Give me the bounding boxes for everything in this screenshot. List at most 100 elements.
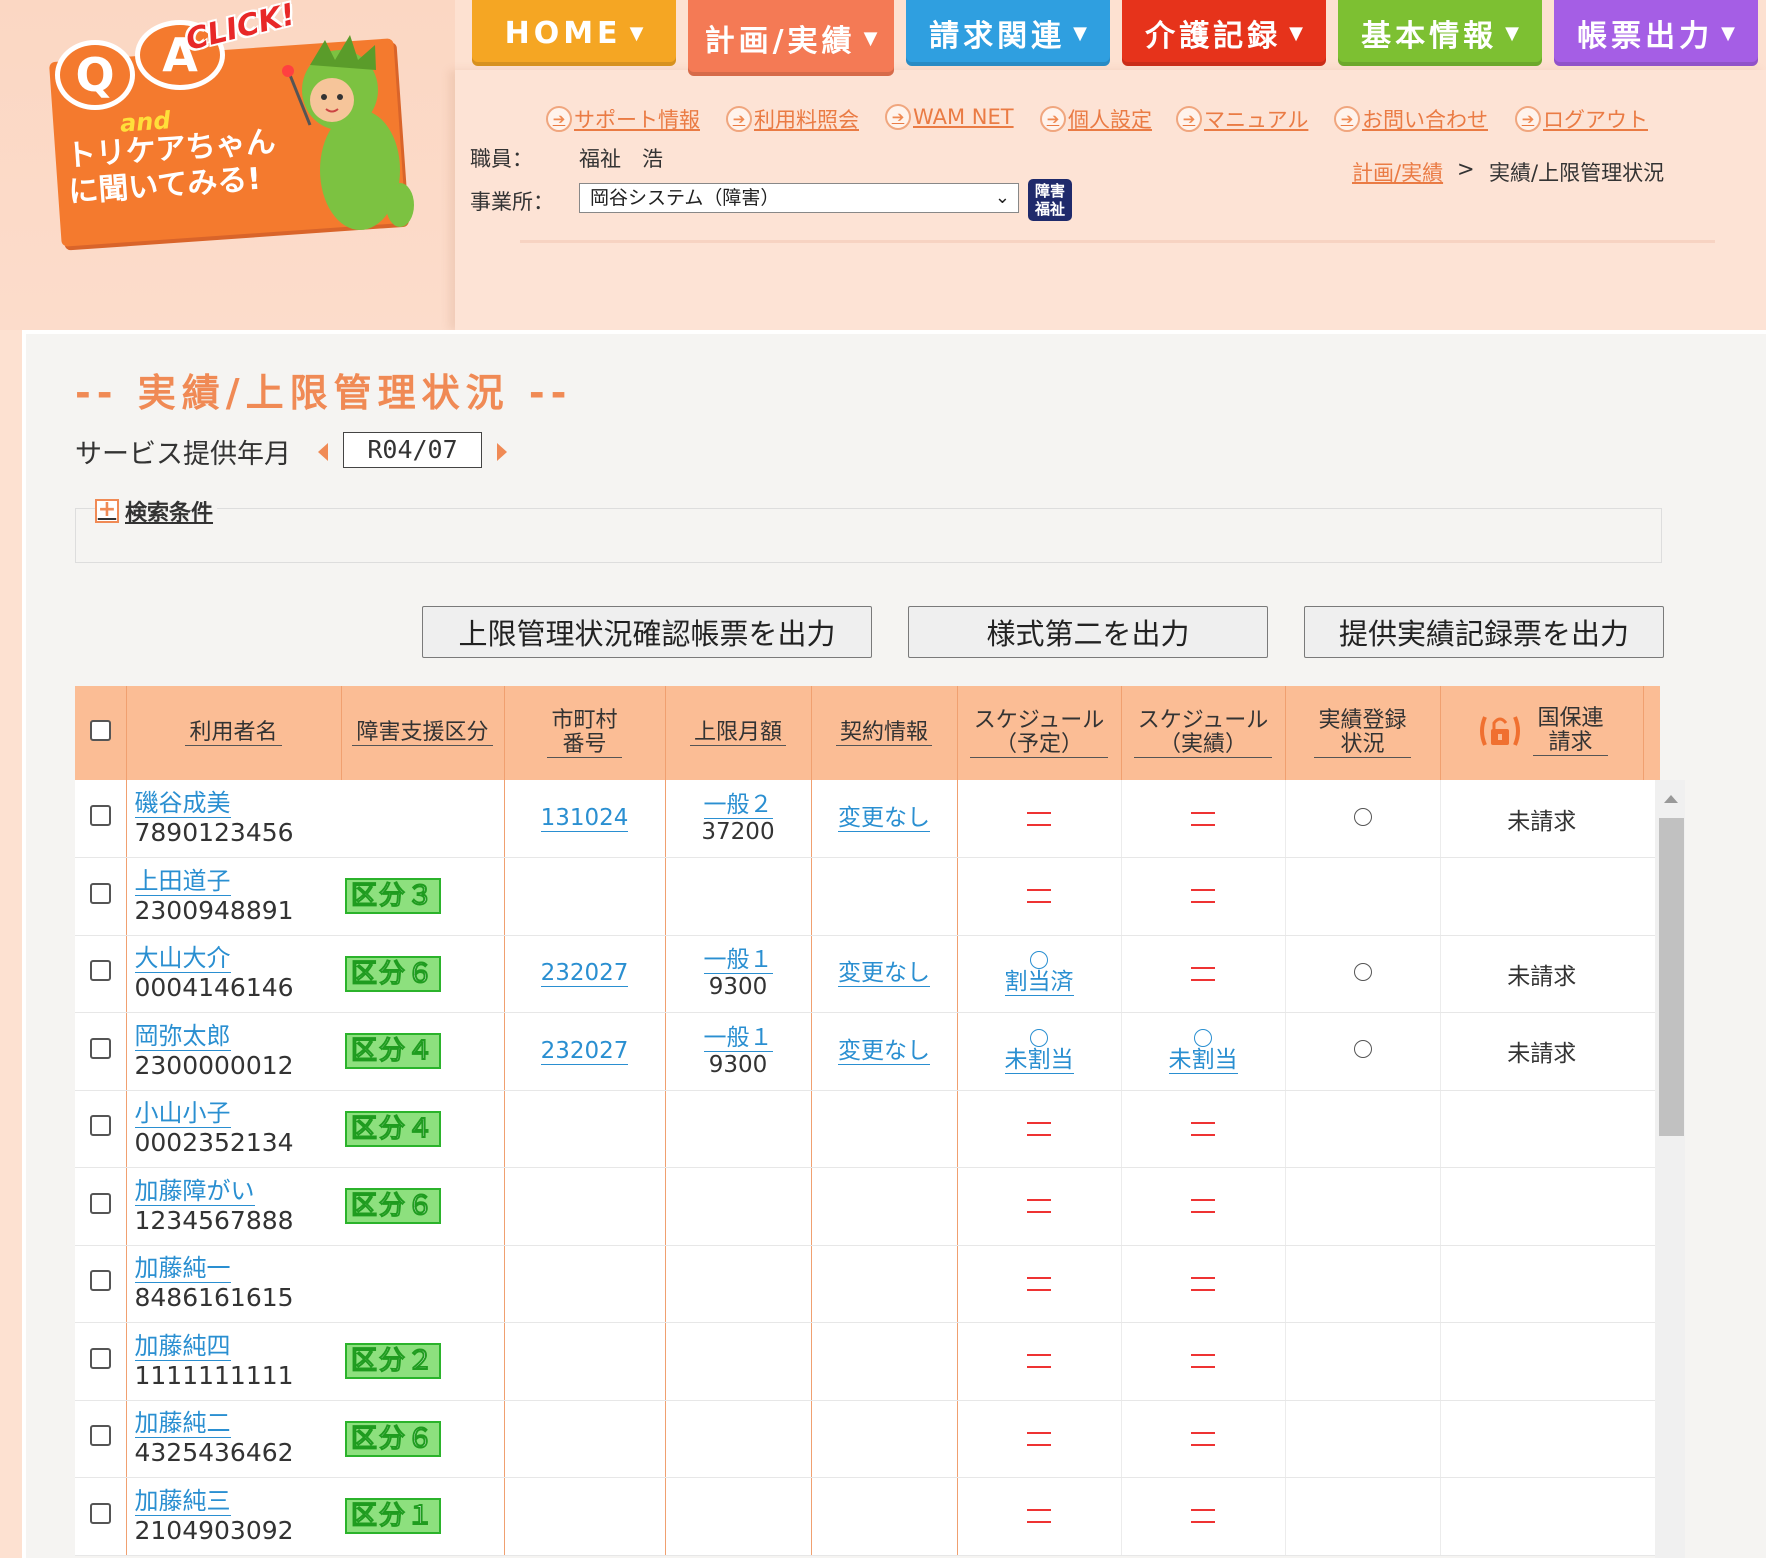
row-select-cell <box>75 1400 127 1478</box>
th-schedule-actual[interactable]: スケジュール （実績） <box>1121 686 1286 780</box>
support-class-cell: 区分６ <box>341 935 505 1013</box>
staff-label: 職員： <box>470 147 533 171</box>
th-city-number[interactable]: 市町村 番号 <box>504 686 666 780</box>
kokuho-billing-cell <box>1440 1322 1643 1401</box>
user-name-link[interactable]: 加藤純二 <box>134 1409 231 1439</box>
city-number-link[interactable]: 232027 <box>540 1038 629 1065</box>
select-all-checkbox[interactable] <box>89 719 111 741</box>
user-name-link[interactable]: 上田道子 <box>134 867 231 896</box>
contract-info-link[interactable]: 変更なし <box>838 805 930 832</box>
schedule-status-link[interactable]: 未割当 <box>1004 1047 1074 1074</box>
row-checkbox[interactable] <box>89 1192 111 1214</box>
user-name-link[interactable]: 大山大介 <box>134 944 231 974</box>
user-name-cell: 加藤純四 1111111111 <box>126 1322 341 1401</box>
contract-info-link[interactable]: 変更なし <box>838 960 930 988</box>
plus-expand-icon: + <box>95 499 119 523</box>
city-number-link[interactable]: 131024 <box>540 805 629 832</box>
output-form2-button[interactable]: 様式第二を出力 <box>908 606 1268 658</box>
user-name-link[interactable]: 加藤純四 <box>134 1332 231 1361</box>
dinosaur-mascot-icon <box>282 35 414 230</box>
th-support-class[interactable]: 障害支援区分 <box>341 686 505 780</box>
user-name-link[interactable]: 岡弥太郎 <box>134 1022 231 1051</box>
contract-info-link[interactable]: 変更なし <box>838 1038 930 1065</box>
th-contract-info[interactable]: 契約情報 <box>811 686 958 780</box>
schedule-status-link[interactable]: 割当済 <box>1004 969 1074 997</box>
th-user-name[interactable]: 利用者名 <box>126 686 342 780</box>
user-name-cell: 加藤純三 2104903092 <box>126 1477 341 1556</box>
output-service-record-button[interactable]: 提供実績記録票を出力 <box>1304 606 1664 658</box>
link-contact[interactable]: ➔ お問い合わせ <box>1334 104 1488 134</box>
user-name-link[interactable]: 磯谷成美 <box>134 789 231 818</box>
schedule-status-link[interactable]: 未割当 <box>1168 1047 1238 1074</box>
nav-billing[interactable]: 請求関連 ▼ <box>906 0 1110 66</box>
user-name-link[interactable]: 加藤純三 <box>134 1487 231 1516</box>
scroll-up-arrow-icon[interactable] <box>1664 795 1678 803</box>
th-registration-status[interactable]: 実績登録 状況 <box>1285 686 1441 780</box>
row-checkbox[interactable] <box>89 1037 111 1059</box>
monthly-limit-cell <box>665 1167 812 1246</box>
row-checkbox[interactable] <box>89 1425 111 1447</box>
scrollbar-thumb[interactable] <box>1659 818 1684 1136</box>
breadcrumb-link[interactable]: 計画/実績 <box>1352 157 1443 187</box>
lock-open-icon[interactable] <box>1475 709 1525 753</box>
link-manual[interactable]: ➔ マニュアル <box>1176 104 1308 134</box>
link-wam-net[interactable]: ➔ WAM NET <box>885 104 1014 130</box>
table-row: 岡弥太郎 2300000012 区分４ 232027 一般１ 9300 変更なし … <box>75 1012 1660 1091</box>
limit-type-link[interactable]: 一般１ <box>703 947 773 975</box>
city-number-cell: 232027 <box>504 935 666 1013</box>
nav-care-records[interactable]: 介護記録 ▼ <box>1122 0 1326 66</box>
link-usage-fee[interactable]: ➔ 利用料照会 <box>726 104 859 134</box>
support-class-cell: 区分１ <box>341 1477 505 1556</box>
user-name-link[interactable]: 加藤純一 <box>134 1254 231 1284</box>
kokuho-billing-cell <box>1440 1090 1643 1168</box>
not-available-dash-icon <box>1191 1431 1215 1446</box>
prev-month-arrow-icon[interactable] <box>318 443 328 461</box>
row-checkbox[interactable] <box>89 1347 111 1369</box>
row-checkbox[interactable] <box>89 960 111 982</box>
registration-status-cell <box>1285 1322 1441 1401</box>
registered-circle-icon <box>1353 1040 1372 1059</box>
row-select-cell <box>75 780 127 858</box>
nav-home[interactable]: HOME ▼ <box>472 0 676 66</box>
nav-forms-output[interactable]: 帳票出力 ▼ <box>1554 0 1758 66</box>
row-checkbox[interactable] <box>89 882 111 904</box>
monthly-limit-cell: 一般１ 9300 <box>665 1012 812 1091</box>
th-kokuho-billing[interactable]: 国保連 請求 <box>1440 686 1644 780</box>
link-personal-settings[interactable]: ➔ 個人設定 <box>1040 104 1152 134</box>
row-checkbox[interactable] <box>89 1270 111 1292</box>
link-support-info[interactable]: ➔ サポート情報 <box>546 104 700 134</box>
contract-info-cell <box>811 1245 958 1323</box>
monthly-limit-cell <box>665 857 812 936</box>
breadcrumb-current: 実績/上限管理状況 <box>1489 161 1665 185</box>
user-name-cell: 小山小子 0002352134 <box>126 1090 341 1168</box>
logo-bubble-q: Q <box>55 40 135 110</box>
not-available-dash-icon <box>1027 1431 1051 1446</box>
qa-trycare-logo[interactable]: Q A and CLICK! トリケアちゃん に聞いてみる! <box>48 0 415 247</box>
th-monthly-limit[interactable]: 上限月額 <box>665 686 812 780</box>
user-name-cell: 大山大介 0004146146 <box>126 935 341 1013</box>
user-name-link[interactable]: 小山小子 <box>134 1099 231 1129</box>
table-row: 小山小子 0002352134 区分４ <box>75 1090 1660 1168</box>
row-checkbox[interactable] <box>89 805 111 826</box>
row-checkbox[interactable] <box>89 1115 111 1137</box>
row-checkbox[interactable] <box>89 1502 111 1524</box>
limit-type-link[interactable]: 一般２ <box>703 792 773 819</box>
output-limit-status-button[interactable]: 上限管理状況確認帳票を出力 <box>422 606 872 658</box>
not-available-dash-icon <box>1191 1121 1215 1136</box>
limit-type-link[interactable]: 一般１ <box>703 1025 773 1052</box>
office-select[interactable]: 岡谷システム（障害） ⌄ <box>579 183 1019 213</box>
link-logout[interactable]: ➔ ログアウト <box>1515 104 1648 134</box>
next-month-arrow-icon[interactable] <box>497 443 507 461</box>
billing-status: 未請求 <box>1507 1041 1577 1068</box>
city-number-cell <box>504 1245 666 1323</box>
city-number-link[interactable]: 232027 <box>540 960 629 988</box>
th-schedule-plan[interactable]: スケジュール （予定） <box>957 686 1122 780</box>
monthly-limit-cell: 一般１ 9300 <box>665 935 812 1013</box>
schedule-plan-cell <box>957 1167 1122 1246</box>
user-name-link[interactable]: 加藤障がい <box>134 1177 255 1206</box>
search-conditions-toggle[interactable]: + 検索条件 <box>95 495 218 527</box>
service-month-input[interactable]: R04/07 <box>343 432 482 468</box>
not-available-dash-icon <box>1191 889 1215 904</box>
nav-plan-results[interactable]: 計画/実績 ▼ <box>688 0 894 76</box>
nav-basic-info[interactable]: 基本情報 ▼ <box>1338 0 1542 66</box>
